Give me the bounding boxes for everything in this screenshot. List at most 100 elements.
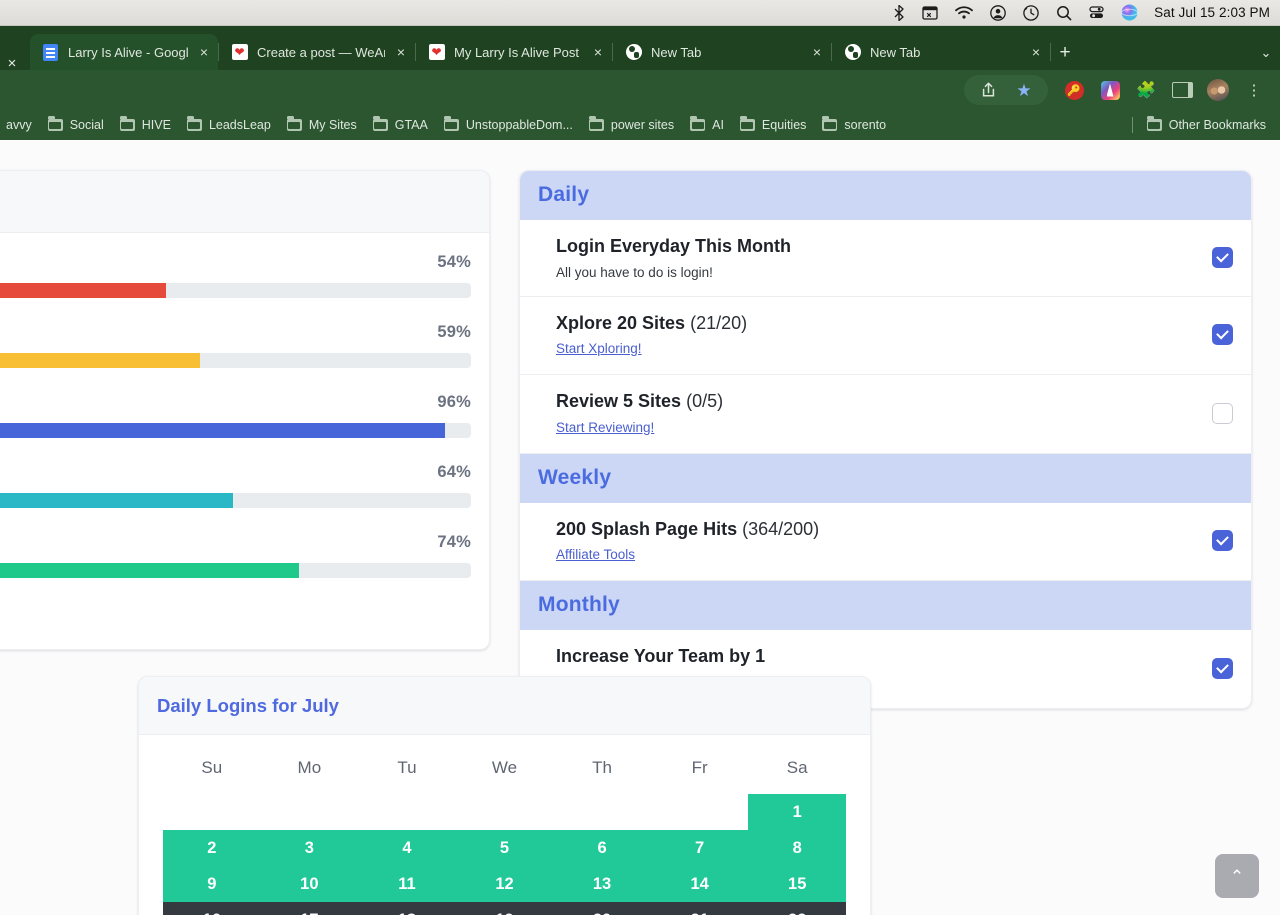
tab-close-icon[interactable]: × xyxy=(196,44,212,60)
calendar-day-cell[interactable]: 18 xyxy=(358,902,456,915)
control-center-icon[interactable] xyxy=(1089,3,1104,23)
calendar-day-cell[interactable]: 7 xyxy=(650,830,749,866)
calendar-day-cell[interactable]: 6 xyxy=(553,830,651,866)
calendar-day-cell[interactable]: 13 xyxy=(553,866,651,902)
goal-count: (0/5) xyxy=(686,391,724,411)
goal-count: (364/200) xyxy=(742,518,820,539)
browser-tab-5[interactable]: New Tab × xyxy=(832,34,1050,70)
calendar-day-cell[interactable]: 15 xyxy=(748,866,846,902)
bookmark-avvy[interactable]: avvy xyxy=(6,113,40,137)
folder-icon xyxy=(186,115,202,131)
browser-tab-3[interactable]: ❤ My Larry Is Alive Post J × xyxy=(416,34,612,70)
tab-strip-close-icon[interactable]: × xyxy=(0,55,24,72)
bookmark-leadsleap[interactable]: LeadsLeap xyxy=(179,113,279,137)
tab-close-icon[interactable]: × xyxy=(809,44,825,60)
calendar-day-cell[interactable]: 9 xyxy=(163,866,261,902)
share-icon[interactable] xyxy=(973,75,1003,105)
goal-link-start-xploring[interactable]: Start Xploring! xyxy=(556,341,642,356)
progress-percent-label: 64% xyxy=(437,463,471,481)
chrome-menu-kebab-icon[interactable]: ⋮ xyxy=(1239,75,1269,105)
goal-checkbox-unchecked[interactable] xyxy=(1212,402,1233,424)
calendar-day-cell[interactable]: 21 xyxy=(650,902,749,915)
menu-bar-clock[interactable]: Sat Jul 15 2:03 PM xyxy=(1154,5,1270,20)
bookmark-gtaa[interactable]: GTAA xyxy=(365,113,436,137)
bookmark-ai[interactable]: AI xyxy=(682,113,732,137)
bookmark-label: HIVE xyxy=(141,117,171,132)
bookmark-label: UnstoppableDom... xyxy=(465,117,573,132)
calendar-day-cell[interactable]: 5 xyxy=(455,830,554,866)
calendar-day-cell[interactable]: 10 xyxy=(260,866,359,902)
puzzle-extensions-icon[interactable]: 🧩 xyxy=(1131,75,1161,105)
calendar-day-cell[interactable]: 16 xyxy=(163,902,261,915)
goal-title-text: Increase Your Team by 1 xyxy=(556,646,766,666)
browser-tab-1[interactable]: Larry Is Alive - Google D × xyxy=(30,34,218,70)
calendar-day-cell[interactable]: 22 xyxy=(748,902,846,915)
bookmark-sorento[interactable]: sorento xyxy=(814,113,894,137)
goal-link-start-reviewing[interactable]: Start Reviewing! xyxy=(556,420,654,435)
calendar-day-cell[interactable]: 17 xyxy=(260,902,359,915)
calendar-day-cell[interactable]: 3 xyxy=(260,830,359,866)
time-machine-icon[interactable] xyxy=(1023,3,1039,23)
calendar-weekday-label: Tu xyxy=(397,758,417,777)
progress-row: 96% xyxy=(0,393,471,438)
progress-percent-label: 59% xyxy=(437,323,471,341)
calendar-weekday-row: Su Mo Tu We Th Fr Sa xyxy=(163,749,846,794)
omnibox-action-group: ★ xyxy=(964,75,1048,105)
wifi-icon[interactable] xyxy=(955,3,974,23)
other-bookmarks-button[interactable]: Other Bookmarks xyxy=(1139,113,1274,137)
daily-logins-calendar-card: Daily Logins for July Su Mo Tu We Th Fr Sa 123… xyxy=(138,676,871,915)
spotlight-search-icon[interactable] xyxy=(1056,3,1072,23)
bookmark-star-icon[interactable]: ★ xyxy=(1009,75,1039,105)
bookmark-power-sites[interactable]: power sites xyxy=(581,113,682,137)
goal-row-review-5-sites[interactable]: Review 5 Sites (0/5) Start Reviewing! xyxy=(520,375,1251,454)
tab-title: Larry Is Alive - Google D xyxy=(68,44,188,60)
new-tab-button[interactable]: + xyxy=(1051,38,1079,66)
calendar-day-cell[interactable]: 11 xyxy=(358,866,456,902)
goal-row-200-splash-page-hits[interactable]: 200 Splash Page Hits (364/200) Affiliate… xyxy=(520,502,1251,581)
folder-icon xyxy=(47,115,63,131)
user-account-icon[interactable] xyxy=(990,3,1006,23)
calendar-day-cell[interactable]: 12 xyxy=(455,866,554,902)
folder-icon xyxy=(822,115,838,131)
browser-tab-4[interactable]: New Tab × xyxy=(613,34,831,70)
goal-checkbox-checked[interactable] xyxy=(1212,324,1233,346)
lastpass-extension-icon[interactable]: 🔑 xyxy=(1059,75,1089,105)
calendar-day-cell[interactable]: 20 xyxy=(553,902,651,915)
bookmark-social[interactable]: Social xyxy=(40,113,112,137)
tab-search-chevron-down-icon[interactable]: ⌄ xyxy=(1252,38,1280,66)
progress-fill xyxy=(0,283,167,298)
calendar-day-cell[interactable]: 19 xyxy=(455,902,554,915)
bookmark-equities[interactable]: Equities xyxy=(732,113,814,137)
goal-checkbox-checked[interactable] xyxy=(1212,530,1233,552)
profile-avatar-icon[interactable] xyxy=(1203,75,1233,105)
screen: Sat Jul 15 2:03 PM × Larry Is Alive - Go… xyxy=(0,0,1280,915)
rainbow-extension-icon[interactable] xyxy=(1095,75,1125,105)
side-panel-icon[interactable] xyxy=(1167,75,1197,105)
goal-row-xplore-20-sites[interactable]: Xplore 20 Sites (21/20) Start Xploring! xyxy=(520,296,1251,375)
calendar-day-cell[interactable]: 2 xyxy=(163,830,261,866)
goal-row-login-everyday[interactable]: Login Everyday This Month All you have t… xyxy=(520,220,1251,297)
calendar-day-cell[interactable]: 8 xyxy=(748,830,846,866)
bookmark-unstoppable-domains[interactable]: UnstoppableDom... xyxy=(436,113,581,137)
progress-track xyxy=(0,353,471,368)
bookmark-label: LeadsLeap xyxy=(208,117,271,132)
calendar-title: Daily Logins for July xyxy=(157,695,339,716)
calendar-icon[interactable] xyxy=(922,3,938,23)
browser-tab-2[interactable]: ❤ Create a post — WeAreA × xyxy=(219,34,415,70)
tab-close-icon[interactable]: × xyxy=(393,44,409,60)
goal-link-affiliate-tools[interactable]: Affiliate Tools xyxy=(556,547,635,562)
goal-title-text: Login Everyday This Month xyxy=(556,236,792,256)
bluetooth-icon[interactable] xyxy=(894,3,905,23)
calendar-day-cell[interactable]: 4 xyxy=(358,830,456,866)
goal-checkbox-checked[interactable] xyxy=(1212,246,1233,268)
calendar-day-cell[interactable]: 1 xyxy=(748,794,846,830)
tab-close-icon[interactable]: × xyxy=(590,44,606,60)
scroll-to-top-button[interactable]: ⌃ xyxy=(1215,854,1259,898)
siri-icon[interactable] xyxy=(1121,3,1139,23)
bookmark-my-sites[interactable]: My Sites xyxy=(279,113,365,137)
goal-checkbox-checked[interactable] xyxy=(1212,657,1233,679)
bookmark-hive[interactable]: HIVE xyxy=(112,113,179,137)
bookmarks-bar: avvy Social HIVE LeadsLeap My Sites GTAA… xyxy=(0,110,1280,140)
tab-close-icon[interactable]: × xyxy=(1028,44,1044,60)
calendar-day-cell[interactable]: 14 xyxy=(650,866,749,902)
